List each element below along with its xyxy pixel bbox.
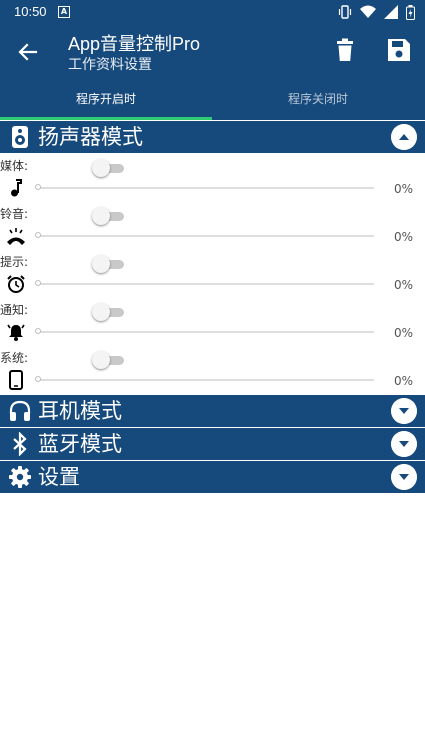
slider-knob[interactable]: [35, 328, 41, 334]
volume-percent-system: 0%: [393, 374, 413, 388]
section-bluetooth-header[interactable]: 蓝牙模式: [0, 428, 425, 460]
volume-slider-system[interactable]: [35, 376, 374, 382]
volume-slider-alarm[interactable]: [35, 280, 374, 286]
vibrate-icon: [338, 5, 352, 19]
volume-row-media: 媒体: 0%: [0, 157, 425, 205]
volume-row-notification: 通知: 0%: [0, 301, 425, 349]
switch-thumb: [92, 303, 110, 321]
signal-icon: [384, 5, 398, 19]
tab-program-open[interactable]: 程序开启时: [0, 80, 212, 118]
section-headphones-label: 耳机模式: [38, 399, 122, 423]
app-title: App音量控制Pro: [68, 34, 201, 54]
toggle-switch-ringtone[interactable]: [92, 206, 124, 226]
switch-thumb: [92, 159, 110, 177]
wifi-icon: [360, 5, 376, 18]
toggle-switch-media[interactable]: [92, 158, 124, 178]
slider-knob[interactable]: [35, 280, 41, 286]
slider-knob[interactable]: [35, 232, 41, 238]
volume-percent-media: 0%: [393, 182, 413, 196]
volume-slider-notification[interactable]: [35, 328, 374, 334]
chevron-down-icon[interactable]: [391, 464, 417, 490]
section-headphones-header[interactable]: 耳机模式: [0, 395, 425, 427]
delete-icon[interactable]: [331, 36, 359, 64]
toggle-switch-system[interactable]: [92, 350, 124, 370]
volume-percent-alarm: 0%: [393, 278, 413, 292]
status-bar: 10:50 A: [0, 0, 425, 24]
chevron-up-icon[interactable]: [391, 124, 417, 150]
volume-row-ringtone: 铃音: 0%: [0, 205, 425, 253]
gear-icon: [9, 466, 31, 488]
switch-thumb: [92, 255, 110, 273]
slider-knob[interactable]: [35, 184, 41, 190]
chevron-down-icon[interactable]: [391, 431, 417, 457]
toggle-switch-alarm[interactable]: [92, 254, 124, 274]
volume-label-notification: 通知:: [0, 303, 29, 317]
notification-app-icon: A: [58, 6, 70, 18]
volume-slider-media[interactable]: [35, 184, 374, 190]
volume-label-media: 媒体:: [0, 159, 29, 173]
status-icons: [338, 4, 415, 20]
section-settings-label: 设置: [38, 465, 80, 489]
volume-percent-notification: 0%: [393, 326, 413, 340]
section-bluetooth-label: 蓝牙模式: [38, 432, 122, 456]
tab-bar: 程序开启时 程序关闭时: [0, 80, 425, 120]
volume-row-system: 系统: 0%: [0, 349, 425, 397]
volume-slider-ringtone[interactable]: [35, 232, 374, 238]
app-subtitle: 工作资料设置: [68, 57, 152, 73]
status-time: 10:50: [14, 4, 47, 19]
toggle-switch-notification[interactable]: [92, 302, 124, 322]
bluetooth-icon: [13, 432, 27, 456]
phone-icon: [9, 370, 23, 390]
section-speaker-header[interactable]: 扬声器模式: [0, 121, 425, 153]
battery-icon: [406, 4, 415, 20]
app-bar: App音量控制Pro 工作资料设置: [0, 24, 425, 80]
section-settings-header[interactable]: 设置: [0, 461, 425, 493]
bell-icon: [7, 324, 25, 341]
volume-row-alarm: 提示: 0%: [0, 253, 425, 301]
volume-percent-ringtone: 0%: [393, 230, 413, 244]
back-arrow-icon[interactable]: [14, 38, 42, 66]
volume-label-alarm: 提示:: [0, 255, 29, 269]
tab-program-closed[interactable]: 程序关闭时: [212, 80, 424, 118]
tab-indicator: [0, 117, 212, 120]
save-icon[interactable]: [385, 36, 413, 64]
volume-label-system: 系统:: [0, 351, 29, 365]
section-speaker-label: 扬声器模式: [38, 125, 143, 149]
headphones-icon: [9, 400, 31, 421]
alarm-clock-icon: [7, 275, 25, 293]
switch-thumb: [92, 351, 110, 369]
music-note-icon: [11, 179, 22, 197]
slider-knob[interactable]: [35, 376, 41, 382]
volume-label-ringtone: 铃音:: [0, 207, 29, 221]
phone-ring-icon: [7, 228, 25, 245]
speaker-icon: [12, 126, 28, 148]
chevron-down-icon[interactable]: [391, 398, 417, 424]
switch-thumb: [92, 207, 110, 225]
